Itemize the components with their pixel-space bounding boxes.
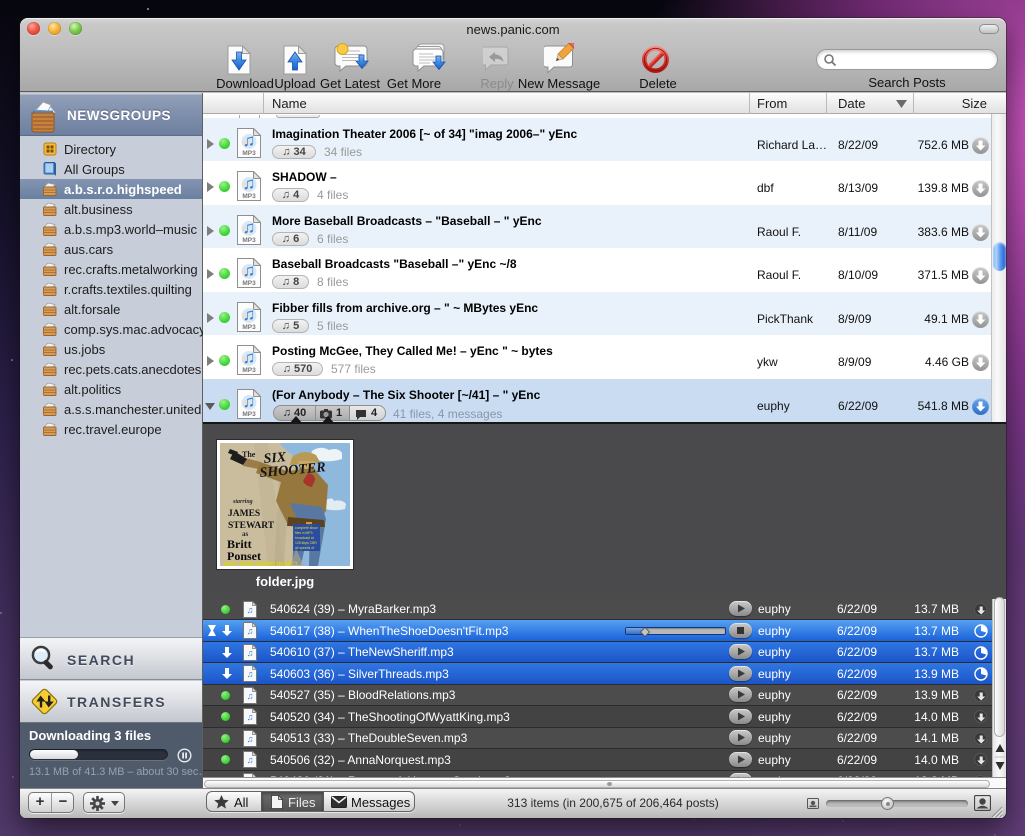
svg-text:♫: ♫ [247, 734, 254, 744]
svg-text:♫: ♫ [247, 669, 254, 679]
svg-text:♫: ♫ [247, 691, 254, 701]
svg-text:♫: ♫ [243, 392, 256, 411]
svg-text:♫: ♫ [247, 755, 254, 765]
svg-text:MP3: MP3 [242, 193, 256, 200]
svg-text:♫: ♫ [247, 648, 254, 658]
svg-text:MP3: MP3 [242, 324, 256, 331]
svg-text:128 kbps CBR: 128 kbps CBR [295, 541, 317, 545]
svg-text:MP3: MP3 [242, 411, 256, 418]
svg-text:♫: ♫ [243, 305, 256, 324]
svg-text:MP3: MP3 [242, 237, 256, 244]
svg-text:JAMES: JAMES [228, 509, 260, 519]
svg-text:MP3: MP3 [242, 150, 256, 157]
svg-text:♫: ♫ [243, 131, 256, 150]
svg-text:♫: ♫ [243, 261, 256, 280]
svg-text:MP3: MP3 [242, 367, 256, 374]
svg-text:♫: ♫ [247, 712, 254, 722]
svg-text:STEWART: STEWART [228, 521, 275, 531]
svg-text:all speeds of: all speeds of [295, 546, 314, 550]
svg-text:♫: ♫ [247, 605, 254, 615]
svg-text:♫: ♫ [243, 174, 256, 193]
svg-text:MP3: MP3 [242, 280, 256, 287]
svg-text:starring: starring [232, 499, 253, 505]
svg-text:♫: ♫ [243, 348, 256, 367]
svg-text:complete show: complete show [295, 526, 318, 530]
svg-text:files in MP3: files in MP3 [295, 531, 313, 535]
svg-text:OLD TIME RADIO IN MP3: OLD TIME RADIO IN MP3 [224, 561, 298, 566]
svg-text:♫: ♫ [247, 626, 254, 636]
svg-text:broadcast at: broadcast at [295, 536, 314, 540]
svg-text:♫: ♫ [243, 218, 256, 237]
